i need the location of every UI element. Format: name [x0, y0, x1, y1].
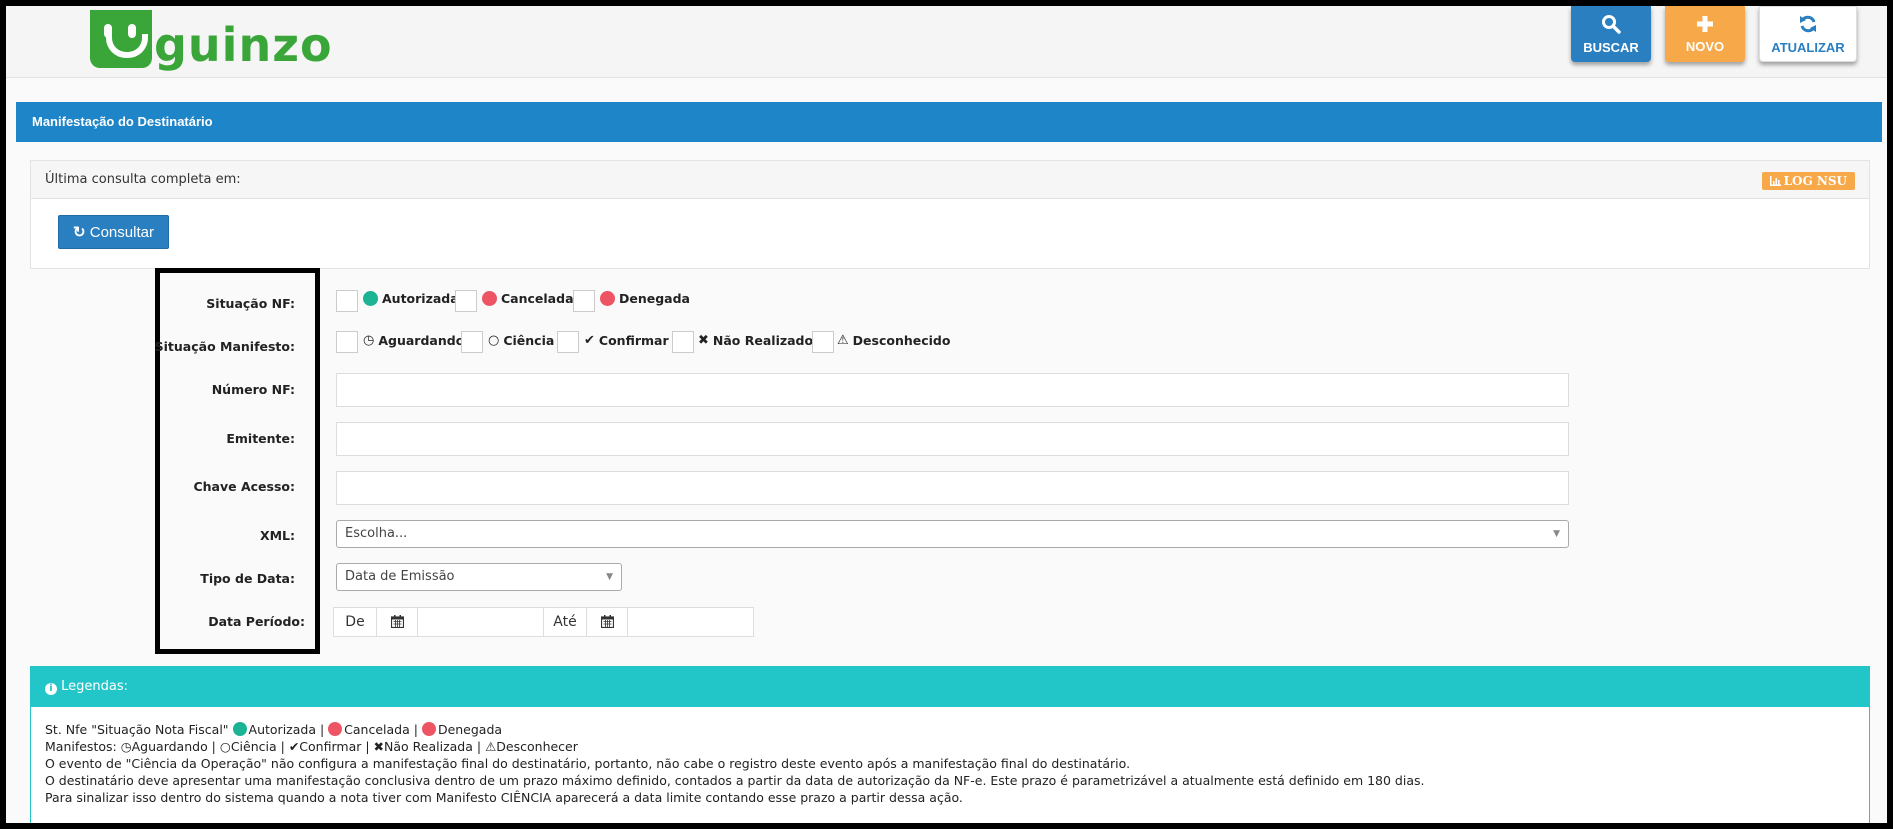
- atualizar-label: ATUALIZAR: [1771, 39, 1845, 55]
- legend-line-3: O evento de "Ciência da Operação" não co…: [45, 756, 1131, 771]
- page-title: Manifestação do Destinatário: [32, 114, 213, 129]
- circle-icon: ○: [219, 739, 231, 754]
- logo-smiley-icon: [90, 10, 152, 68]
- checkbox-nao-realizado[interactable]: [672, 331, 694, 353]
- buscar-label: BUSCAR: [1583, 39, 1639, 55]
- xml-selected-value: Escolha...: [345, 526, 408, 541]
- consult-panel-header: Última consulta completa em: LOG NSU: [31, 161, 1869, 199]
- red-dot-icon: [328, 722, 343, 736]
- checkbox-confirmar[interactable]: [557, 331, 579, 353]
- date-from-addon: De: [333, 607, 377, 637]
- x-icon: ✖: [698, 333, 709, 348]
- clock-icon: ◷: [120, 739, 132, 754]
- legend-line-5: Para sinalizar isso dentro do sistema qu…: [45, 790, 963, 805]
- checkbox-ciencia[interactable]: [461, 331, 483, 353]
- last-query-label: Última consulta completa em:: [45, 172, 241, 187]
- tipo-data-select[interactable]: Data de Emissão ▼: [336, 563, 622, 591]
- option-denegada: Denegada: [600, 291, 690, 306]
- consultar-button[interactable]: ↻ Consultar: [58, 215, 169, 249]
- date-from-input[interactable]: [417, 607, 544, 637]
- header: guinzo BUSCAR NOVO ATUALIZAR: [6, 6, 1887, 78]
- numero-nf-input[interactable]: [336, 373, 1569, 407]
- logo-text: guinzo: [154, 18, 333, 72]
- situacao-manifesto-label: Situação Manifesto:: [154, 339, 295, 354]
- legend-panel: i Legendas: St. Nfe "Situação Nota Fisca…: [30, 666, 1870, 823]
- logo[interactable]: guinzo: [90, 6, 333, 68]
- circle-icon: ○: [488, 333, 500, 348]
- legend-header: i Legendas:: [31, 667, 1869, 707]
- consultar-label: Consultar: [89, 224, 154, 241]
- date-to-input[interactable]: [627, 607, 754, 637]
- date-to-addon: Até: [543, 607, 587, 637]
- chave-acesso-label: Chave Acesso:: [193, 479, 295, 494]
- chevron-down-icon: ▼: [606, 572, 613, 582]
- calendar-to-button[interactable]: [586, 607, 628, 637]
- green-dot-icon: [363, 291, 378, 306]
- log-nsu-label: LOG NSU: [1783, 174, 1847, 188]
- legend-body: St. Nfe "Situação Nota Fiscal" Autorizad…: [31, 707, 1869, 806]
- option-nao-realizado: ✖ Não Realizado: [698, 333, 814, 348]
- option-desconhecido: ⚠ Desconhecido: [837, 333, 951, 348]
- atualizar-button[interactable]: ATUALIZAR: [1759, 6, 1857, 62]
- plus-icon: [1696, 15, 1714, 37]
- check-icon: ✔: [584, 333, 595, 348]
- emitente-label: Emitente:: [226, 431, 295, 446]
- highlight-box: [155, 268, 320, 654]
- legend-line-4: O destinatário deve apresentar uma manif…: [45, 773, 1425, 788]
- red-dot-icon: [421, 722, 436, 736]
- novo-button[interactable]: NOVO: [1665, 6, 1745, 62]
- option-confirmar: ✔ Confirmar: [584, 333, 669, 348]
- legend-line-manifestos: Manifestos: ◷Aguardando | ○Ciência | ✔Co…: [45, 739, 578, 754]
- x-icon: ✖: [373, 739, 385, 754]
- legend-title: Legendas:: [61, 679, 129, 694]
- chevron-down-icon: ▼: [1553, 529, 1560, 539]
- chave-acesso-input[interactable]: [336, 471, 1569, 505]
- numero-nf-label: Número NF:: [211, 382, 295, 397]
- checkbox-desconhecido[interactable]: [812, 331, 834, 353]
- red-dot-icon: [482, 291, 497, 306]
- checkbox-aguardando[interactable]: [336, 331, 358, 353]
- tipo-data-selected-value: Data de Emissão: [345, 569, 455, 584]
- situacao-nf-label: Situação NF:: [206, 296, 295, 311]
- option-cancelada: Cancelada: [482, 291, 574, 306]
- refresh-icon: [1798, 14, 1818, 38]
- bar-chart-icon: [1769, 176, 1781, 186]
- data-periodo-label: Data Período:: [208, 614, 305, 629]
- checkbox-autorizada[interactable]: [336, 290, 358, 312]
- option-autorizada: Autorizada: [363, 291, 459, 306]
- info-icon: i: [45, 683, 57, 695]
- clock-icon: ◷: [363, 333, 375, 348]
- option-aguardando: ◷ Aguardando: [363, 333, 465, 348]
- xml-label: XML:: [259, 528, 295, 543]
- legend-line-status: St. Nfe "Situação Nota Fiscal" Autorizad…: [45, 722, 503, 737]
- option-ciencia: ○ Ciência: [488, 333, 555, 348]
- red-dot-icon: [600, 291, 615, 306]
- page-frame: guinzo BUSCAR NOVO ATUALIZAR Manifestaçã…: [0, 0, 1893, 829]
- emitente-input[interactable]: [336, 422, 1569, 456]
- check-icon: ✔: [288, 739, 300, 754]
- warning-icon: ⚠: [485, 739, 497, 754]
- checkbox-denegada[interactable]: [573, 290, 595, 312]
- log-nsu-button[interactable]: LOG NSU: [1761, 172, 1855, 190]
- checkbox-cancelada[interactable]: [455, 290, 477, 312]
- search-icon: [1601, 14, 1621, 38]
- xml-select[interactable]: Escolha... ▼: [336, 520, 1569, 548]
- novo-label: NOVO: [1685, 38, 1725, 54]
- tipo-data-label: Tipo de Data:: [200, 571, 295, 586]
- calendar-from-button[interactable]: [376, 607, 418, 637]
- buscar-button[interactable]: BUSCAR: [1571, 6, 1651, 62]
- warning-icon: ⚠: [837, 333, 849, 348]
- refresh-icon: ↻: [73, 224, 86, 241]
- page-title-bar: Manifestação do Destinatário: [16, 102, 1882, 142]
- green-dot-icon: [232, 722, 247, 736]
- calendar-icon: [390, 615, 404, 629]
- calendar-icon: [600, 615, 614, 629]
- consult-panel: Última consulta completa em: LOG NSU ↻ C…: [30, 160, 1870, 269]
